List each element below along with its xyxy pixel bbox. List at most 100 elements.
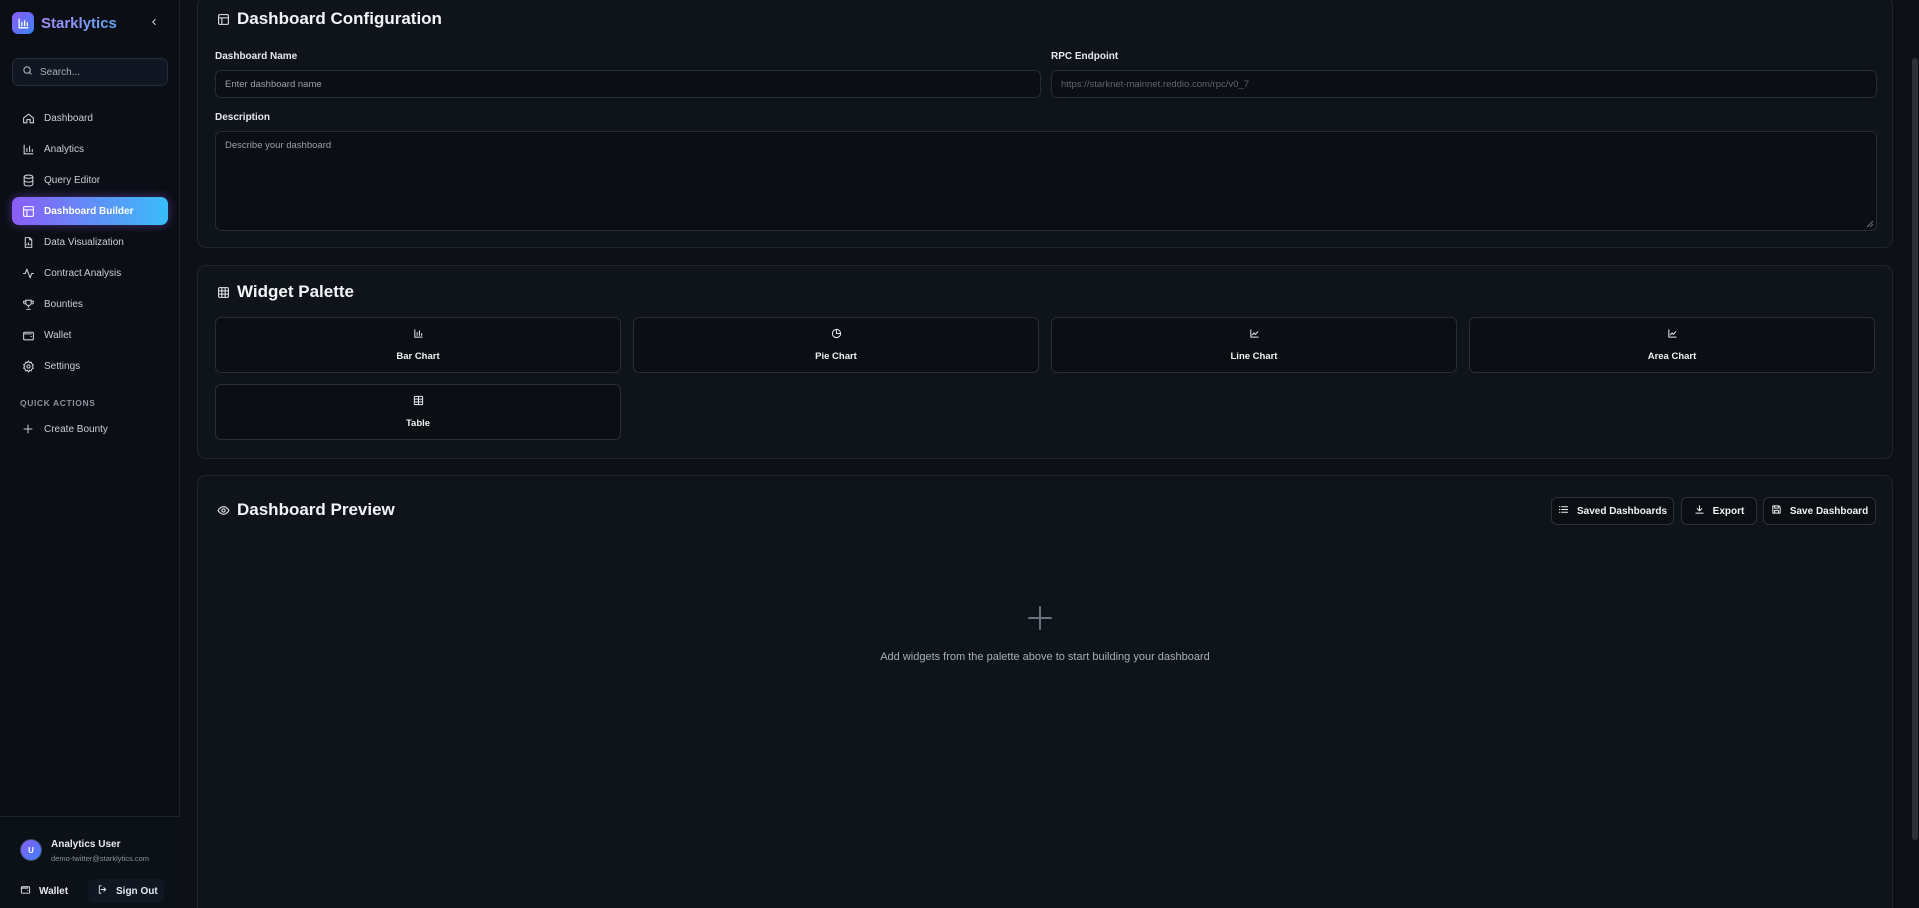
widget-label: Table [405,418,431,429]
palette-title: Widget Palette [237,282,354,301]
search-icon [22,63,33,81]
search-input[interactable] [40,66,160,78]
saved-dashboards-button[interactable]: Saved Dashboards [1551,497,1674,525]
sidebar-item-label: Dashboard Builder [44,205,134,217]
brand-logo-icon [12,12,34,34]
user-panel: U Analytics User demo-twitter@starklytic… [0,816,180,908]
home-icon [21,111,35,125]
create-bounty-button[interactable]: Create Bounty [12,416,168,442]
dashboard-name-input[interactable] [225,78,1040,90]
download-icon [1694,504,1705,518]
layout-icon [21,204,35,218]
rpc-endpoint-input[interactable] [1061,78,1876,90]
sidebar-item-bounties[interactable]: Bounties [12,290,168,318]
sidebar-item-label: Analytics [44,143,85,155]
main-content: Dashboard Configuration Dashboard Name R… [180,0,1919,908]
widget-label: Line Chart [1230,351,1278,362]
preview-heading: Dashboard Preview [216,500,395,520]
dashboard-configuration-card: Dashboard Configuration Dashboard Name R… [197,0,1893,248]
rpc-endpoint-field[interactable] [1051,70,1877,98]
quick-action-label: Create Bounty [44,423,108,435]
rpc-endpoint-label: RPC Endpoint [1051,51,1119,62]
widget-palette-card: Widget Palette Bar Chart Pie Chart Line … [197,265,1893,459]
description-label: Description [215,112,271,123]
plus-icon [1028,606,1052,630]
sidebar-item-query-editor[interactable]: Query Editor [12,166,168,194]
widget-label: Pie Chart [815,351,857,362]
widget-table[interactable]: Table [215,384,621,440]
database-icon [21,173,35,187]
table-icon [412,394,424,406]
saved-dashboards-label: Saved Dashboards [1576,505,1668,517]
user-email: demo-twitter@starklytics.com [51,854,150,863]
sidebar-item-settings[interactable]: Settings [12,352,168,380]
empty-state-text: Add widgets from the palette above to st… [880,651,1210,663]
resize-grip-icon[interactable] [1866,220,1874,228]
sidebar-item-contract-analysis[interactable]: Contract Analysis [12,259,168,287]
sign-out-button[interactable]: Sign Out [88,879,164,903]
sidebar-nav: Dashboard Analytics Query Editor Dashboa… [12,104,168,383]
sidebar-item-analytics[interactable]: Analytics [12,135,168,163]
sidebar-item-label: Settings [44,360,81,372]
export-button[interactable]: Export [1681,497,1757,525]
eye-icon [216,503,230,517]
file-chart-icon [21,235,35,249]
wallet-button-label: Wallet [39,885,69,897]
sidebar-item-label: Bounties [44,298,83,310]
widget-area-chart[interactable]: Area Chart [1469,317,1875,373]
palette-heading: Widget Palette [216,282,354,302]
sidebar-item-dashboard[interactable]: Dashboard [12,104,168,132]
avatar[interactable]: U [20,839,42,861]
sidebar-item-label: Wallet [44,329,72,341]
collapse-sidebar-button[interactable] [146,14,162,30]
list-icon [1558,504,1569,518]
sidebar-item-label: Query Editor [44,174,101,186]
brand[interactable]: Starklytics [12,12,117,34]
sidebar-item-wallet[interactable]: Wallet [12,321,168,349]
sign-out-icon [97,884,108,898]
sidebar: Starklytics Dashboard Analytics Query Ed… [0,0,180,908]
layout-icon [216,12,230,26]
scrollbar-thumb[interactable] [1912,58,1918,840]
bar-chart-icon [21,142,35,156]
sign-out-label: Sign Out [116,885,158,897]
configuration-title: Dashboard Configuration [237,9,442,28]
widget-label: Area Chart [1647,351,1697,362]
description-input[interactable] [216,132,1876,230]
activity-icon [21,266,35,280]
grid-icon [216,285,230,299]
search-box[interactable] [12,58,168,86]
user-name: Analytics User [51,839,121,850]
widget-line-chart[interactable]: Line Chart [1051,317,1457,373]
line-chart-icon [1248,327,1260,339]
widget-label: Bar Chart [396,351,440,362]
description-field[interactable] [215,131,1877,231]
widget-bar-chart[interactable]: Bar Chart [215,317,621,373]
brand-name: Starklytics [41,14,117,32]
sidebar-item-label: Contract Analysis [44,267,122,279]
preview-title: Dashboard Preview [237,500,395,519]
page-scrollbar[interactable] [1910,0,1919,908]
plus-icon [21,422,35,436]
sidebar-item-label: Data Visualization [44,236,124,248]
configuration-heading: Dashboard Configuration [216,9,442,29]
dashboard-preview-card: Dashboard Preview Saved Dashboards Expor… [197,475,1893,908]
save-dashboard-button[interactable]: Save Dashboard [1763,497,1876,525]
save-dashboard-label: Save Dashboard [1789,505,1869,517]
sidebar-item-dashboard-builder[interactable]: Dashboard Builder [12,197,168,225]
sidebar-item-data-visualization[interactable]: Data Visualization [12,228,168,256]
pie-chart-icon [830,327,842,339]
export-label: Export [1712,505,1745,517]
dashboard-name-field[interactable] [215,70,1041,98]
save-icon [1771,504,1782,518]
bar-chart-icon [412,327,424,339]
trophy-icon [21,297,35,311]
area-chart-icon [1666,327,1678,339]
quick-actions-heading: QUICK ACTIONS [20,398,96,408]
gear-icon [21,359,35,373]
widget-pie-chart[interactable]: Pie Chart [633,317,1039,373]
wallet-icon [20,884,31,898]
wallet-icon [21,328,35,342]
wallet-button[interactable]: Wallet [20,879,82,903]
dashboard-name-label: Dashboard Name [215,51,298,62]
